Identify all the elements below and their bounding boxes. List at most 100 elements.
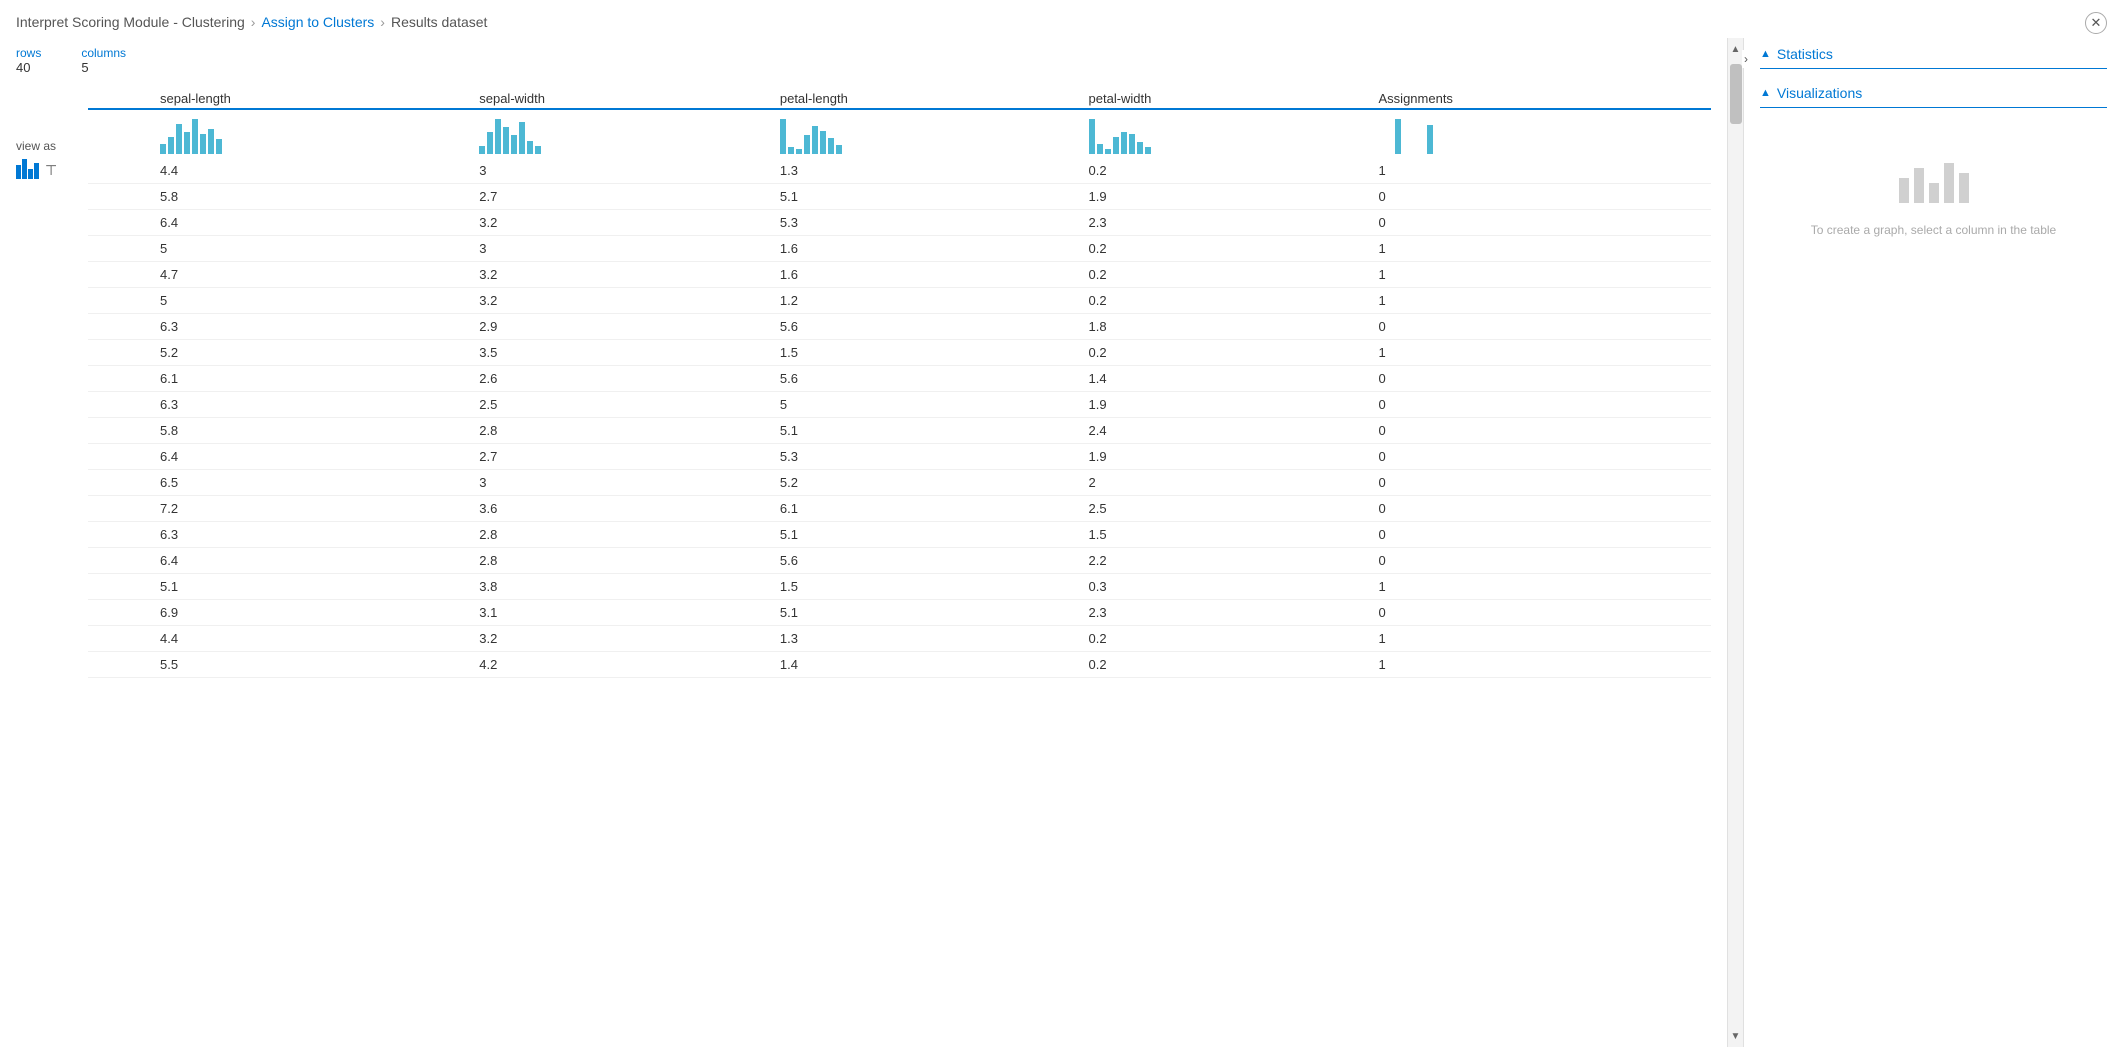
table-cell: 3 (479, 158, 780, 184)
table-row[interactable]: 5.82.75.11.90 (88, 184, 1711, 210)
table-cell: 5.1 (780, 418, 1089, 444)
col-header-petal-length[interactable]: petal-length (780, 87, 1089, 109)
table-cell: 6.3 (160, 314, 479, 340)
table-row[interactable]: 6.42.75.31.90 (88, 444, 1711, 470)
histogram-assignments[interactable] (1379, 109, 1711, 158)
table-cell: 5.8 (160, 418, 479, 444)
table-cell: 0 (1379, 210, 1711, 236)
table-cell: 3.2 (479, 626, 780, 652)
table-row[interactable]: 7.23.66.12.50 (88, 496, 1711, 522)
statistics-triangle: ▲ (1760, 48, 1771, 60)
table-cell: 1.2 (780, 288, 1089, 314)
table-cell: 3.5 (479, 340, 780, 366)
table-cell: 5 (160, 288, 479, 314)
table-cell: 0 (1379, 496, 1711, 522)
rows-value: 40 (16, 60, 30, 75)
table-cell: 3.8 (479, 574, 780, 600)
scrollbar[interactable]: ▲ ▼ (1727, 38, 1743, 1047)
table-row[interactable]: 5.23.51.50.21 (88, 340, 1711, 366)
table-cell: 0 (1379, 418, 1711, 444)
table-cell: 1 (1379, 652, 1711, 678)
breadcrumb-assign[interactable]: Assign to Clusters (261, 14, 374, 30)
table-cell: 1 (1379, 574, 1711, 600)
table-row[interactable]: 6.12.65.61.40 (88, 366, 1711, 392)
table-cell: 3.1 (479, 600, 780, 626)
table-row[interactable]: 531.60.21 (88, 236, 1711, 262)
table-row[interactable]: 6.43.25.32.30 (88, 210, 1711, 236)
table-row[interactable]: 6.32.551.90 (88, 392, 1711, 418)
table-cell: 4.4 (160, 626, 479, 652)
table-cell: 2.7 (479, 444, 780, 470)
table-cell: 2.8 (479, 548, 780, 574)
table-row[interactable]: 6.93.15.12.30 (88, 600, 1711, 626)
right-panel: › ▲ Statistics ▲ Visualizations (1743, 38, 2123, 1047)
table-row[interactable]: 6.32.95.61.80 (88, 314, 1711, 340)
table-row[interactable]: 5.13.81.50.31 (88, 574, 1711, 600)
statistics-section-header[interactable]: ▲ Statistics (1760, 46, 2107, 69)
main-container: rows 40 columns 5 view as (0, 38, 2123, 1047)
rows-label: rows (16, 46, 41, 60)
table-cell: 0.2 (1089, 236, 1379, 262)
scroll-up-button[interactable]: ▲ (1728, 38, 1743, 60)
breadcrumb-sep1: › (251, 14, 256, 30)
close-button[interactable]: ✕ (2085, 12, 2107, 34)
table-row[interactable]: 53.21.20.21 (88, 288, 1711, 314)
rows-meta: rows 40 (16, 46, 41, 75)
histogram-petal-length[interactable] (780, 109, 1089, 158)
table-cell: 3.6 (479, 496, 780, 522)
meta-row: rows 40 columns 5 (16, 46, 1711, 75)
table-cell: 6.5 (160, 470, 479, 496)
table-cell: 2.7 (479, 184, 780, 210)
table-cell: 1 (1379, 340, 1711, 366)
table-row[interactable]: 6.42.85.62.20 (88, 548, 1711, 574)
filter-icon[interactable]: ⊤ (45, 162, 57, 179)
table-cell: 7.2 (160, 496, 479, 522)
scroll-thumb[interactable] (1730, 64, 1742, 124)
table-cell: 2.5 (1089, 496, 1379, 522)
col-header-sepal-length[interactable]: sepal-length (160, 87, 479, 109)
table-cell: 5.3 (780, 210, 1089, 236)
table-cell: 5 (160, 236, 479, 262)
table-cell: 5.1 (780, 522, 1089, 548)
visualizations-triangle: ▲ (1760, 87, 1771, 99)
table-cell: 0.2 (1089, 340, 1379, 366)
table-cell: 5.1 (160, 574, 479, 600)
view-as-bar-icon[interactable]: ⊤ (16, 159, 88, 179)
table-row[interactable]: 4.43.21.30.21 (88, 626, 1711, 652)
table-cell: 6.9 (160, 600, 479, 626)
table-row[interactable]: 6.535.220 (88, 470, 1711, 496)
table-row[interactable]: 6.32.85.11.50 (88, 522, 1711, 548)
table-cell: 5.3 (780, 444, 1089, 470)
table-cell: 0 (1379, 548, 1711, 574)
table-cell: 6.1 (780, 496, 1089, 522)
table-row[interactable]: 4.73.21.60.21 (88, 262, 1711, 288)
table-cell: 2.6 (479, 366, 780, 392)
table-cell: 5.5 (160, 652, 479, 678)
histogram-sepal-width[interactable] (479, 109, 780, 158)
table-cell: 5.6 (780, 366, 1089, 392)
table-cell: 3 (479, 236, 780, 262)
scroll-down-button[interactable]: ▼ (1728, 1025, 1743, 1047)
visualizations-section-header[interactable]: ▲ Visualizations (1760, 85, 2107, 108)
breadcrumb-part1: Interpret Scoring Module - Clustering (16, 14, 245, 30)
viz-placeholder-text: To create a graph, select a column in th… (1811, 221, 2056, 239)
table-cell: 2.3 (1089, 210, 1379, 236)
table-row[interactable]: 5.54.21.40.21 (88, 652, 1711, 678)
histogram-sepal-length[interactable] (160, 109, 479, 158)
col-header-sepal-width[interactable]: sepal-width (479, 87, 780, 109)
table-cell: 1.5 (780, 340, 1089, 366)
table-cell: 1.9 (1089, 444, 1379, 470)
visualizations-title: Visualizations (1777, 85, 1862, 101)
col-header-assignments[interactable]: Assignments (1379, 87, 1711, 109)
table-cell: 0.2 (1089, 652, 1379, 678)
col-header-petal-width[interactable]: petal-width (1089, 87, 1379, 109)
table-row[interactable]: 5.82.85.12.40 (88, 418, 1711, 444)
collapse-panel-button[interactable]: › (1742, 50, 1750, 68)
table-cell: 1.3 (780, 626, 1089, 652)
table-cell: 2.5 (479, 392, 780, 418)
table-cell: 1.4 (780, 652, 1089, 678)
placeholder-chart-icon (1894, 148, 1974, 211)
table-row[interactable]: 4.431.30.21 (88, 158, 1711, 184)
histogram-petal-width[interactable] (1089, 109, 1379, 158)
table-cell: 0 (1379, 600, 1711, 626)
